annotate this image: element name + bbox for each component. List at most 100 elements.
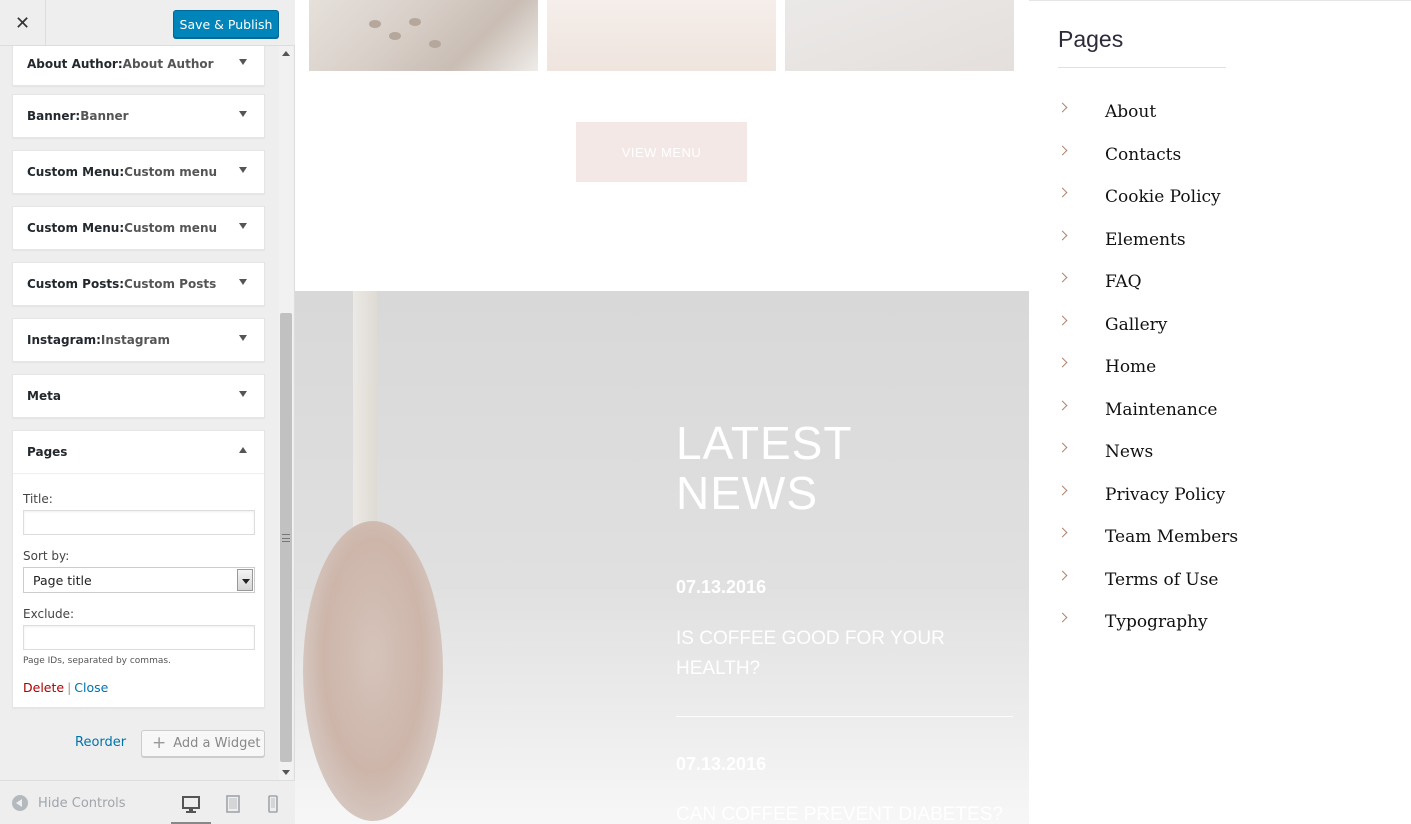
widget-header[interactable]: Custom Menu: Custom menu	[13, 207, 264, 249]
widget-header[interactable]: Pages	[13, 431, 264, 473]
add-widget-button[interactable]: + Add a Widget	[141, 730, 265, 757]
expand-arrow-icon[interactable]	[239, 223, 247, 229]
gallery-image-hand[interactable]	[785, 0, 1014, 71]
scroll-up-icon[interactable]	[282, 51, 290, 56]
news-divider	[676, 716, 1013, 717]
widget-about-author[interactable]: About Author: About Author	[12, 46, 265, 86]
widget-custom-posts[interactable]: Custom Posts: Custom Posts	[12, 262, 265, 306]
scroll-down-icon[interactable]	[282, 770, 290, 775]
coffee-bean-graphic	[389, 32, 401, 40]
news-date: 07.13.2016	[676, 577, 767, 597]
chevron-right-icon	[1057, 485, 1068, 495]
dropdown-arrow-icon[interactable]	[237, 569, 253, 591]
widget-banner[interactable]: Banner: Banner	[12, 94, 265, 138]
widget-name: Meta	[27, 389, 61, 403]
exclude-label: Exclude:	[23, 607, 75, 621]
top-border-line	[1029, 0, 1411, 1]
chevron-right-icon	[1057, 400, 1068, 410]
expand-arrow-icon[interactable]	[239, 167, 247, 173]
close-link[interactable]: Close	[74, 680, 108, 695]
page-link[interactable]: Contacts	[1105, 145, 1181, 165]
gallery-image-coffee-beans[interactable]	[309, 0, 538, 71]
sort-by-select[interactable]: Page title	[23, 567, 255, 593]
page-link[interactable]: About	[1105, 102, 1156, 122]
page-link[interactable]: News	[1105, 442, 1153, 462]
mobile-icon[interactable]	[262, 793, 284, 815]
widget-list: About Author: About Author Banner: Banne…	[0, 46, 280, 780]
coffee-bean-graphic	[369, 20, 381, 28]
chevron-right-icon	[1057, 272, 1068, 283]
widget-name: Custom Menu	[27, 165, 120, 179]
page-link[interactable]: Elements	[1105, 230, 1186, 250]
widget-custom-menu-2[interactable]: Custom Menu: Custom menu	[12, 206, 265, 250]
close-icon[interactable]: ✕	[0, 0, 46, 46]
scrollbar-grip-icon	[282, 534, 290, 542]
expand-arrow-icon[interactable]	[239, 59, 247, 65]
page-link[interactable]: Team Members	[1105, 527, 1238, 547]
customizer-footer: Hide Controls	[0, 780, 295, 824]
sidebar-scrollbar[interactable]	[279, 46, 293, 780]
desktop-icon[interactable]	[180, 793, 202, 815]
hide-controls-label: Hide Controls	[38, 795, 126, 811]
expand-arrow-icon[interactable]	[239, 335, 247, 341]
save-publish-button[interactable]: Save & Publish	[173, 10, 279, 38]
page-link[interactable]: FAQ	[1105, 272, 1142, 292]
page-link[interactable]: Terms of Use	[1105, 570, 1219, 590]
hide-controls-button[interactable]: Hide Controls	[12, 795, 126, 811]
widget-header[interactable]: Custom Posts: Custom Posts	[13, 263, 264, 305]
page-link[interactable]: Privacy Policy	[1105, 485, 1225, 505]
expand-arrow-icon[interactable]	[239, 279, 247, 285]
delete-link[interactable]: Delete	[23, 680, 64, 695]
widget-header[interactable]: Banner: Banner	[13, 95, 264, 137]
tablet-icon[interactable]	[222, 793, 244, 815]
page-link[interactable]: Home	[1105, 357, 1156, 377]
reorder-link[interactable]: Reorder	[75, 735, 126, 750]
chevron-right-icon	[1057, 187, 1068, 198]
widget-header[interactable]: Custom Menu: Custom menu	[13, 151, 264, 193]
widget-instagram[interactable]: Instagram: Instagram	[12, 318, 265, 362]
widget-pages[interactable]: Pages Title: Sort by: Page title Exclude…	[12, 430, 265, 708]
page-link[interactable]: Cookie Policy	[1105, 187, 1221, 207]
exclude-input[interactable]	[23, 625, 255, 650]
page-link[interactable]: Typography	[1105, 612, 1208, 632]
expand-arrow-icon[interactable]	[239, 111, 247, 117]
coffee-bean-graphic	[409, 18, 421, 26]
widget-header[interactable]: About Author: About Author	[13, 46, 264, 85]
news-date: 07.13.2016	[676, 754, 767, 774]
chevron-right-icon	[1057, 527, 1068, 538]
customizer-sidebar: ✕ Save & Publish About Author: About Aut…	[0, 0, 295, 824]
latest-news-section: LATEST NEWS 07.13.2016 IS COFFEE GOOD FO…	[295, 291, 1029, 824]
heading-line-2: NEWS	[676, 467, 818, 519]
site-preview: VIEW MENU LATEST NEWS 07.13.2016 IS COFF…	[295, 0, 1411, 824]
widget-name: Custom Posts	[27, 277, 120, 291]
expand-arrow-icon[interactable]	[239, 391, 247, 397]
news-headline-link[interactable]: CAN COFFEE PREVENT DIABETES?	[676, 800, 1016, 824]
pages-title-underline	[1058, 67, 1226, 68]
plus-icon: +	[152, 733, 167, 753]
widget-header[interactable]: Instagram: Instagram	[13, 319, 264, 361]
widget-meta[interactable]: Meta	[12, 374, 265, 418]
news-headline-link[interactable]: IS COFFEE GOOD FOR YOUR HEALTH?	[676, 624, 996, 684]
page-link[interactable]: Gallery	[1105, 315, 1167, 335]
page-link[interactable]: Maintenance	[1105, 400, 1217, 420]
coffee-bean-graphic	[429, 40, 441, 48]
action-separator: |	[67, 680, 72, 695]
collapse-sidebar-icon	[12, 795, 28, 811]
pages-widget-form: Title: Sort by: Page title Exclude: Page…	[13, 473, 264, 707]
exclude-hint: Page IDs, separated by commas.	[23, 656, 171, 666]
collapse-arrow-icon[interactable]	[239, 447, 247, 453]
widget-header[interactable]: Meta	[13, 375, 264, 417]
gallery-image-cup[interactable]	[547, 0, 776, 71]
view-menu-button[interactable]: VIEW MENU	[576, 122, 747, 182]
chevron-right-icon	[1057, 315, 1068, 325]
widget-title: Custom menu	[124, 221, 218, 235]
widget-name: Banner	[27, 109, 76, 123]
widget-custom-menu-1[interactable]: Custom Menu: Custom menu	[12, 150, 265, 194]
widget-name: Pages	[27, 445, 68, 459]
title-input[interactable]	[23, 510, 255, 535]
widget-name: Instagram	[27, 333, 97, 347]
widget-title: Banner	[80, 109, 129, 123]
chevron-right-icon	[1057, 357, 1068, 368]
widget-title: About Author	[122, 57, 214, 71]
heading-line-1: LATEST	[676, 417, 853, 469]
